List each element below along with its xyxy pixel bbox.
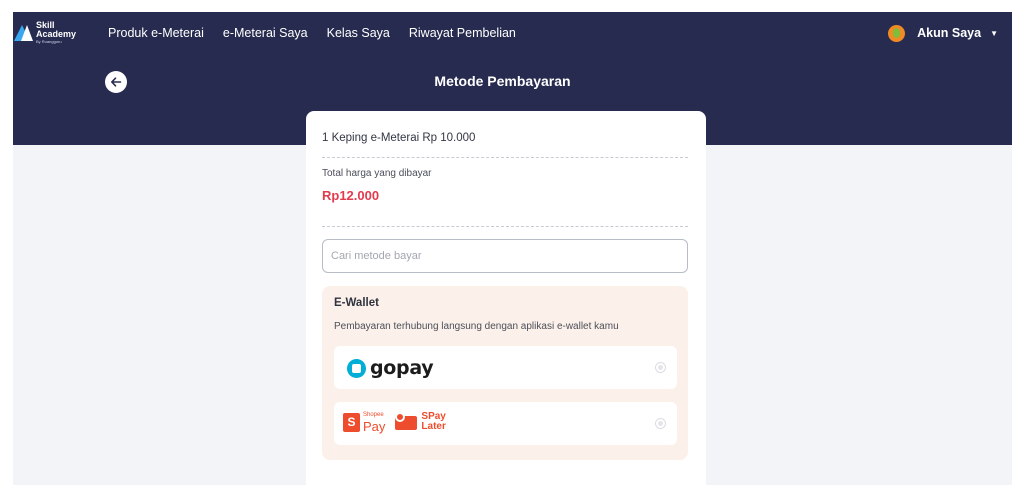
nav-links: Produk e-Meterai e-Meterai Saya Kelas Sa… [108,12,535,54]
payment-option-shopeepay[interactable]: S Shopee Pay SPay Later [334,402,677,445]
nav-emeterai-saya[interactable]: e-Meterai Saya [223,26,308,40]
ewallet-section: E-Wallet Pembayaran terhubung langsung d… [322,286,688,460]
divider [322,157,688,158]
logo-line-2: Academy [36,29,77,39]
shopeepay-logo: S Shopee Pay SPay Later [343,411,446,433]
nav-produk-emeterai[interactable]: Produk e-Meterai [108,26,204,40]
shopeepay-icon: S [343,412,360,432]
skill-academy-logo[interactable]: Skill Academy By Ruangguru [13,18,83,48]
total-label: Total harga yang dibayar [322,168,432,179]
gopay-logo: gopay [347,357,434,379]
app-window: Skill Academy By Ruangguru Produk e-Mete… [13,12,1012,485]
divider [322,226,688,227]
ewallet-description: Pembayaran terhubung langsung dengan apl… [334,321,619,332]
gopay-icon [347,358,366,378]
product-line: 1 Keping e-Meterai Rp 10.000 [322,132,476,144]
payment-option-gopay[interactable]: gopay [334,346,677,389]
radio-gopay[interactable] [655,362,666,373]
gopay-wordmark: gopay [370,357,434,379]
radio-shopeepay[interactable] [655,418,666,429]
shopeepay-big-text: Pay [363,419,386,434]
spaylater-bottom-text: Later [421,421,446,432]
ewallet-title: E-Wallet [334,297,379,309]
nav-kelas-saya[interactable]: Kelas Saya [327,26,390,40]
account-label: Akun Saya [917,26,982,40]
total-value: Rp12.000 [322,188,380,203]
nav-riwayat-pembelian[interactable]: Riwayat Pembelian [409,26,516,40]
spaylater-icon [395,412,419,432]
top-navbar: Skill Academy By Ruangguru Produk e-Mete… [13,12,1012,54]
account-menu[interactable]: Akun Saya ▼ [888,12,998,54]
avatar [888,24,906,42]
logo-line-3: By Ruangguru [36,39,62,44]
page-title: Metode Pembayaran [434,73,571,89]
payment-card: 1 Keping e-Meterai Rp 10.000 Total harga… [306,111,706,485]
search-payment-input[interactable] [322,239,688,273]
chevron-down-icon: ▼ [990,28,998,38]
logo-mark-icon [14,23,34,43]
